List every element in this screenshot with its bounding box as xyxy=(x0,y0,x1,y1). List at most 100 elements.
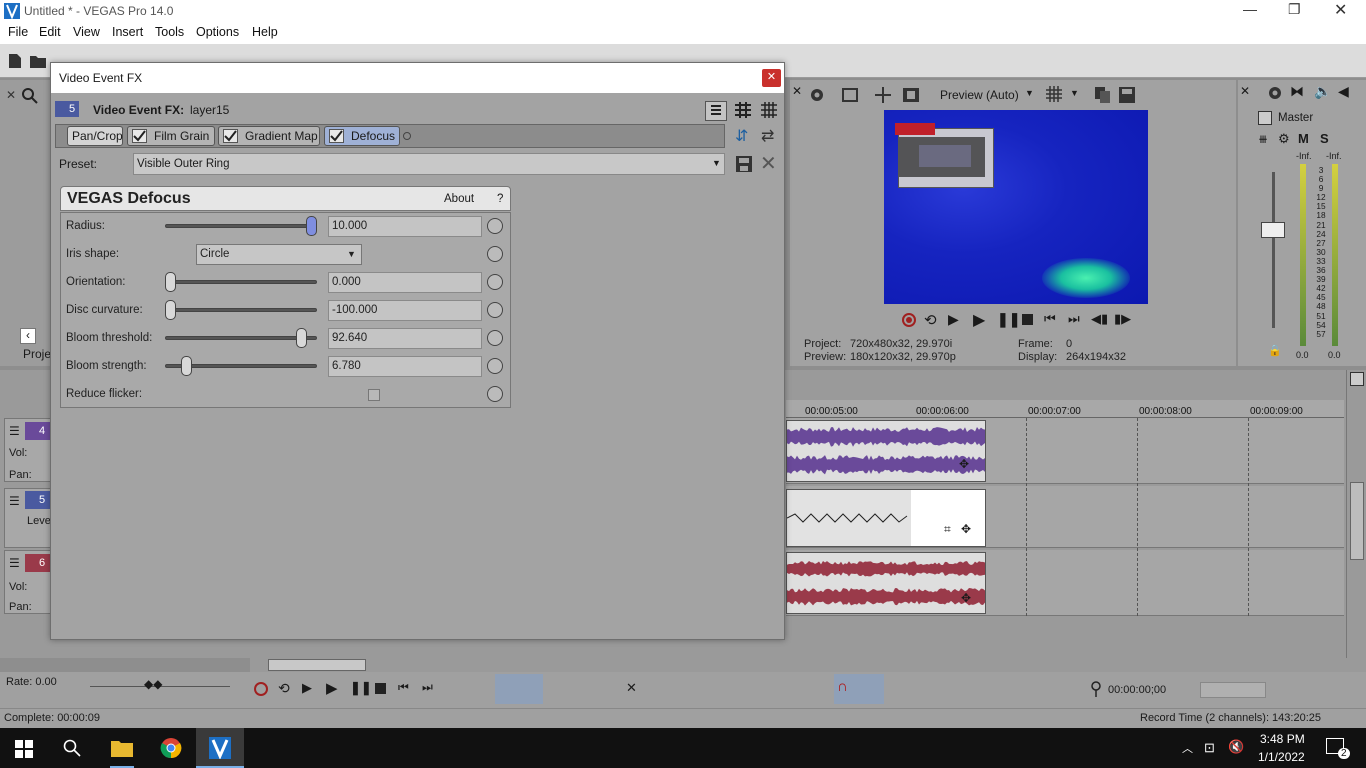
chrome-icon[interactable] xyxy=(160,737,182,759)
search-taskbar-icon[interactable] xyxy=(63,739,81,757)
speaker-icon[interactable]: 🔈 xyxy=(1314,83,1331,100)
fade-handle-icon[interactable]: ✥ xyxy=(961,591,971,605)
fx-tab-defocus[interactable]: Defocus xyxy=(324,126,400,146)
panel-close-icon[interactable]: ✕ xyxy=(6,88,16,102)
clock-date[interactable]: 1/1/2022 xyxy=(1258,750,1305,764)
close-window-button[interactable]: ✕ xyxy=(1334,0,1347,20)
radius-slider-track[interactable] xyxy=(165,224,317,228)
animate-keyframe-icon[interactable] xyxy=(487,358,503,374)
menu-insert[interactable]: Insert xyxy=(112,25,143,39)
disc-curvature-slider-thumb[interactable] xyxy=(165,300,176,320)
fade-handle-icon[interactable]: ✥ xyxy=(959,457,969,471)
track-menu-icon[interactable]: ☰ xyxy=(9,424,20,438)
remove-plugin-icon[interactable]: ⇄ xyxy=(761,126,774,146)
external-monitor-icon[interactable] xyxy=(874,86,892,104)
cursor-timecode[interactable]: 00:00:00;00 xyxy=(1108,684,1166,696)
dim-output-icon[interactable]: ◀ xyxy=(1338,83,1349,100)
selection-length-field[interactable] xyxy=(1200,682,1266,698)
open-folder-icon[interactable] xyxy=(30,54,46,68)
plugin-chain-add-icon[interactable]: ⇵ xyxy=(735,126,748,146)
enable-checkbox[interactable] xyxy=(132,129,147,143)
new-file-icon[interactable] xyxy=(8,53,22,69)
preset-dropdown[interactable]: Visible Outer Ring ▼ xyxy=(133,153,725,175)
disc-curvature-slider-track[interactable] xyxy=(165,308,317,312)
settings-gear-icon[interactable] xyxy=(808,86,826,104)
help-button[interactable]: ? xyxy=(497,193,503,205)
restore-button[interactable]: ❐ xyxy=(1288,1,1301,18)
menu-options[interactable]: Options xyxy=(196,25,239,39)
bloom-threshold-slider-thumb[interactable] xyxy=(296,328,308,348)
downmix-icon[interactable]: ⧓ xyxy=(1290,83,1304,100)
dialog-close-button[interactable]: ✕ xyxy=(762,69,781,87)
enable-checkbox[interactable] xyxy=(223,129,238,143)
bloom-threshold-value-field[interactable]: 92.640 xyxy=(328,328,482,349)
audio-event-track-6[interactable]: ✥ xyxy=(786,552,986,614)
menu-tools[interactable]: Tools xyxy=(155,25,184,39)
grid-overlay-icon[interactable] xyxy=(1046,86,1062,102)
event-pan-crop-icon[interactable]: ⌗ xyxy=(944,522,951,537)
orientation-slider-thumb[interactable] xyxy=(165,272,176,292)
fx-tab-pan-crop[interactable]: Pan/Crop xyxy=(67,126,123,146)
animate-keyframe-icon[interactable] xyxy=(487,274,503,290)
timeline-horizontal-scrollbar[interactable] xyxy=(250,658,1366,672)
next-frame-icon[interactable]: ▮▶ xyxy=(1114,311,1131,327)
clock-time[interactable]: 3:48 PM xyxy=(1260,732,1305,746)
split-screen-icon[interactable] xyxy=(842,86,860,104)
disc-curvature-value-field[interactable]: -100.000 xyxy=(328,300,482,321)
timeline-record-button[interactable] xyxy=(254,682,268,696)
menu-view[interactable]: View xyxy=(73,25,100,39)
animate-keyframe-icon[interactable] xyxy=(487,302,503,318)
enable-checkbox[interactable] xyxy=(329,129,344,143)
event-fx-icon[interactable]: ✥ xyxy=(961,522,971,536)
iris-shape-dropdown[interactable]: Circle ▼ xyxy=(196,244,362,265)
play-icon[interactable]: ▶ xyxy=(973,310,985,330)
scroll-thumb[interactable] xyxy=(1350,482,1364,560)
fx-tab-gradient-map[interactable]: Gradient Map xyxy=(218,126,320,146)
minimize-button[interactable]: — xyxy=(1243,1,1257,17)
vegas-taskbar-button[interactable] xyxy=(196,728,244,768)
about-button[interactable]: About xyxy=(444,193,474,205)
animate-keyframe-icon[interactable] xyxy=(487,386,503,402)
animate-keyframe-icon[interactable] xyxy=(487,218,503,234)
project-media-tab[interactable]: Proje xyxy=(23,347,51,361)
rate-handle-icon[interactable]: ◆◆ xyxy=(144,677,162,691)
file-explorer-icon[interactable] xyxy=(111,738,133,758)
expanded-view-icon[interactable] xyxy=(761,102,777,118)
scroll-up-button[interactable] xyxy=(1350,372,1364,386)
save-snapshot-icon[interactable] xyxy=(1118,86,1136,104)
loop-playback-icon[interactable]: ⟲ xyxy=(924,311,937,329)
preview-close-icon[interactable]: ✕ xyxy=(792,84,802,98)
stop-icon[interactable] xyxy=(1022,314,1033,325)
menu-edit[interactable]: Edit xyxy=(39,25,61,39)
mixer-settings-icon[interactable] xyxy=(1266,84,1284,102)
mute-button[interactable]: M xyxy=(1298,131,1309,146)
animate-keyframe-icon[interactable] xyxy=(487,330,503,346)
volume-muted-icon[interactable]: 🔇 xyxy=(1228,739,1244,755)
orientation-slider-track[interactable] xyxy=(165,280,317,284)
solo-button[interactable]: S xyxy=(1320,131,1329,146)
list-view-icon[interactable] xyxy=(705,101,727,121)
tray-chevron-up-icon[interactable]: ︿ xyxy=(1182,740,1193,756)
preview-mode-dropdown[interactable]: Preview (Auto) xyxy=(940,88,1019,102)
master-fx-gear-icon[interactable]: ⚙ xyxy=(1278,131,1290,147)
radius-slider-thumb[interactable] xyxy=(306,216,317,236)
radius-value-field[interactable]: 10.000 xyxy=(328,216,482,237)
menu-help[interactable]: Help xyxy=(252,25,278,39)
copy-snapshot-icon[interactable] xyxy=(1094,86,1112,104)
track-menu-icon[interactable]: ☰ xyxy=(9,556,20,570)
dialog-title-bar[interactable]: Video Event FX ✕ xyxy=(51,63,784,93)
previous-frame-icon[interactable]: ◀▮ xyxy=(1091,311,1108,327)
reduce-flicker-checkbox[interactable] xyxy=(368,389,380,401)
bloom-threshold-slider-track[interactable] xyxy=(165,336,317,340)
track-menu-icon[interactable]: ☰ xyxy=(9,494,20,508)
delete-preset-icon[interactable]: ✕ xyxy=(760,151,777,176)
chevron-down-icon[interactable]: ▼ xyxy=(1025,88,1034,98)
search-icon[interactable] xyxy=(22,88,38,104)
record-button[interactable] xyxy=(902,313,916,327)
fx-tab-film-grain[interactable]: Film Grain xyxy=(127,126,215,146)
timeline-loop-icon[interactable]: ⟲ xyxy=(278,680,290,697)
pause-icon[interactable]: ❚❚ xyxy=(997,311,1020,328)
save-preset-icon[interactable] xyxy=(735,155,753,173)
timeline-play-icon[interactable]: ▶ xyxy=(326,679,338,697)
network-icon[interactable]: ⊡ xyxy=(1204,740,1215,756)
